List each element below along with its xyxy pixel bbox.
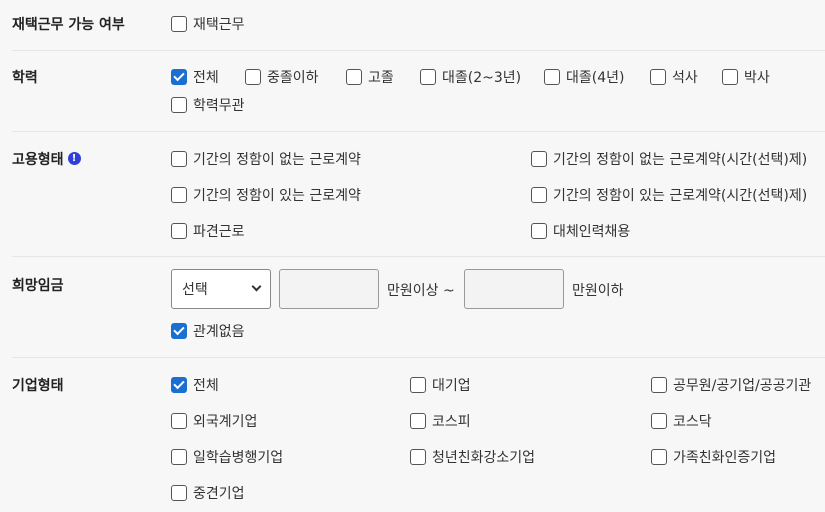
checkbox-box[interactable] xyxy=(650,69,666,85)
employment-option-substitute[interactable]: 대체인력채용 xyxy=(531,221,630,241)
checkbox-box[interactable] xyxy=(420,69,436,85)
checkbox-box[interactable] xyxy=(171,97,187,113)
checkbox-box[interactable] xyxy=(531,187,547,203)
company-option-kosdaq[interactable]: 코스닥 xyxy=(651,411,712,431)
education-row: 학력 전체 중졸이하 고졸 대졸(2~3년) 대졸(4년) 석사 박사 학력무관 xyxy=(12,51,825,132)
checkbox-box[interactable] xyxy=(171,187,187,203)
checkbox-box[interactable] xyxy=(245,69,261,85)
employment-type-label: 고용형태! xyxy=(12,149,81,169)
education-option-middle[interactable]: 중졸이하 xyxy=(245,67,319,87)
company-option-youth-friendly[interactable]: 청년친화강소기업 xyxy=(410,447,535,467)
company-option-public[interactable]: 공무원/공기업/공공기관 xyxy=(651,375,811,395)
salary-controls: 선택 만원이상 ~ 만원이하 xyxy=(12,269,825,309)
checkbox-box[interactable] xyxy=(171,16,187,32)
checkbox-box[interactable] xyxy=(171,377,187,393)
checkbox-box[interactable] xyxy=(410,449,426,465)
employment-option-dispatch[interactable]: 파견근로 xyxy=(171,221,245,241)
salary-max-input[interactable] xyxy=(464,269,564,309)
company-option-foreign[interactable]: 외국계기업 xyxy=(171,411,257,431)
education-option-all[interactable]: 전체 xyxy=(171,67,219,87)
remote-work-row: 재택근무 가능 여부 재택근무 xyxy=(12,0,825,51)
company-option-kospi[interactable]: 코스피 xyxy=(410,411,471,431)
checkbox-box[interactable] xyxy=(410,377,426,393)
company-option-midsize[interactable]: 중견기업 xyxy=(171,483,245,503)
checkbox-box[interactable] xyxy=(171,323,187,339)
checkbox-box[interactable] xyxy=(651,413,667,429)
checkbox-box[interactable] xyxy=(171,449,187,465)
company-option-all[interactable]: 전체 xyxy=(171,375,219,395)
company-type-row: 기업형태 전체 대기업 공무원/공기업/공공기관 외국계기업 코스피 코스닥 일… xyxy=(12,358,825,512)
education-option-any[interactable]: 학력무관 xyxy=(171,95,245,115)
company-option-large[interactable]: 대기업 xyxy=(410,375,471,395)
checkbox-box[interactable] xyxy=(171,485,187,501)
company-option-work-study[interactable]: 일학습병행기업 xyxy=(171,447,283,467)
company-option-family-friendly[interactable]: 가족친화인증기업 xyxy=(651,447,776,467)
remote-work-checkbox[interactable]: 재택근무 xyxy=(171,14,245,34)
checkbox-box[interactable] xyxy=(651,377,667,393)
education-option-master[interactable]: 석사 xyxy=(650,67,698,87)
employment-option-permanent[interactable]: 기간의 정함이 없는 근로계약 xyxy=(171,149,361,169)
education-option-high[interactable]: 고졸 xyxy=(346,67,394,87)
salary-type-select[interactable]: 선택 xyxy=(171,269,271,309)
checkbox-box[interactable] xyxy=(346,69,362,85)
checkbox-box[interactable] xyxy=(171,151,187,167)
education-option-university[interactable]: 대졸(4년) xyxy=(544,67,624,87)
remote-work-label: 재택근무 가능 여부 xyxy=(12,17,125,33)
checkbox-box[interactable] xyxy=(651,449,667,465)
salary-min-input[interactable] xyxy=(279,269,379,309)
checkbox-box[interactable] xyxy=(410,413,426,429)
info-icon[interactable]: ! xyxy=(67,152,81,165)
salary-min-suffix: 만원이상 ~ xyxy=(387,283,455,299)
education-label: 학력 xyxy=(12,70,38,86)
checkbox-box[interactable] xyxy=(722,69,738,85)
chevron-down-icon xyxy=(251,281,262,292)
checkbox-box[interactable] xyxy=(531,223,547,239)
salary-max-suffix: 만원이하 xyxy=(572,283,624,299)
employment-option-contract-parttime[interactable]: 기간의 정함이 있는 근로계약(시간(선택)제) xyxy=(531,185,807,205)
salary-row: 희망임금 선택 만원이상 ~ 만원이하 관계없음 xyxy=(12,257,825,358)
checkbox-box[interactable] xyxy=(171,223,187,239)
education-option-college[interactable]: 대졸(2~3년) xyxy=(420,67,521,87)
checkbox-box[interactable] xyxy=(171,413,187,429)
checkbox-box[interactable] xyxy=(171,69,187,85)
employment-type-row: 고용형태! 기간의 정함이 없는 근로계약 기간의 정함이 없는 근로계약(시간… xyxy=(12,132,825,257)
employment-option-permanent-parttime[interactable]: 기간의 정함이 없는 근로계약(시간(선택)제) xyxy=(531,149,807,169)
company-type-label: 기업형태 xyxy=(12,378,64,394)
education-option-doctor[interactable]: 박사 xyxy=(722,67,770,87)
checkbox-box[interactable] xyxy=(544,69,560,85)
checkbox-box[interactable] xyxy=(531,151,547,167)
employment-option-contract[interactable]: 기간의 정함이 있는 근로계약 xyxy=(171,185,361,205)
salary-no-matter-checkbox[interactable]: 관계없음 xyxy=(171,321,245,341)
